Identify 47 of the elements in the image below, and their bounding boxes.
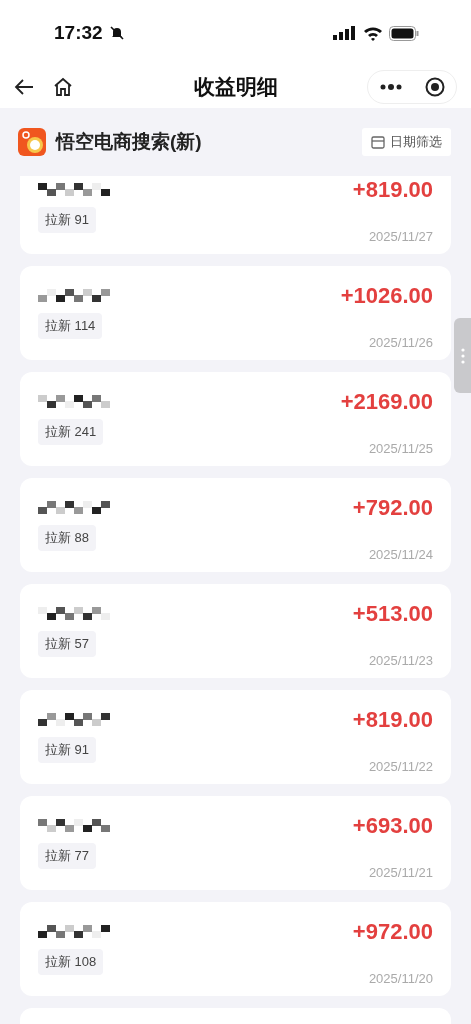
- redacted-name-drawing: [38, 819, 110, 833]
- record-date: 2025/11/20: [368, 971, 433, 988]
- date-filter-button[interactable]: 日期筛选: [362, 128, 451, 156]
- more-vertical-icon: [460, 347, 465, 364]
- amount: +972.00: [352, 919, 433, 946]
- amount: +2169.00: [340, 389, 433, 416]
- home-icon[interactable]: [52, 76, 74, 98]
- signal-icon: [333, 26, 357, 40]
- redacted-name-drawing: [38, 289, 110, 303]
- redacted-name-drawing: [38, 607, 110, 621]
- record-date: 2025/11/27: [368, 229, 433, 246]
- invite-tag: 拉新 57: [38, 631, 97, 657]
- battery-icon: [389, 25, 419, 41]
- redacted-name-drawing: [38, 501, 110, 515]
- record-date: 2025/11/21: [368, 865, 433, 882]
- record-date: 2025/11/25: [368, 441, 433, 458]
- wifi-icon: [363, 25, 383, 41]
- redacted-name-drawing: [38, 183, 110, 197]
- invite-tag: 拉新 91: [38, 737, 97, 763]
- invite-tag: 拉新 77: [38, 843, 97, 869]
- app-name: 悟空电商搜索(新): [56, 130, 202, 154]
- record-date: 2025/11/24: [368, 547, 433, 564]
- invite-tag: 拉新 108: [38, 949, 104, 975]
- invite-tag: 拉新 114: [38, 313, 103, 339]
- more-icon[interactable]: [379, 84, 402, 90]
- record-date: 2025/11/22: [368, 759, 433, 776]
- side-handle[interactable]: [454, 318, 471, 393]
- amount: +513.00: [352, 601, 433, 628]
- invite-tag: 拉新 88: [38, 525, 97, 551]
- amount: +819.00: [352, 707, 433, 734]
- record-date: 2025/11/23: [368, 653, 433, 670]
- amount: +792.00: [352, 495, 433, 522]
- close-target-icon[interactable]: [424, 77, 445, 97]
- amount: +819.00: [352, 177, 433, 204]
- record-date: 2025/11/26: [368, 335, 433, 352]
- invite-tag: 拉新 91: [38, 207, 97, 233]
- page-title: 收益明细: [193, 74, 278, 100]
- calendar-icon: [371, 135, 385, 149]
- redacted-name-drawing: [38, 395, 110, 409]
- status-time: 17:32: [54, 22, 103, 44]
- app-logo-icon: [18, 128, 46, 156]
- amount: +693.00: [352, 813, 433, 840]
- back-arrow-icon[interactable]: [14, 78, 34, 96]
- amount: +1026.00: [340, 283, 433, 310]
- redacted-name-drawing: [38, 925, 110, 939]
- invite-tag: 拉新 241: [38, 419, 104, 445]
- redacted-name-drawing: [38, 713, 110, 727]
